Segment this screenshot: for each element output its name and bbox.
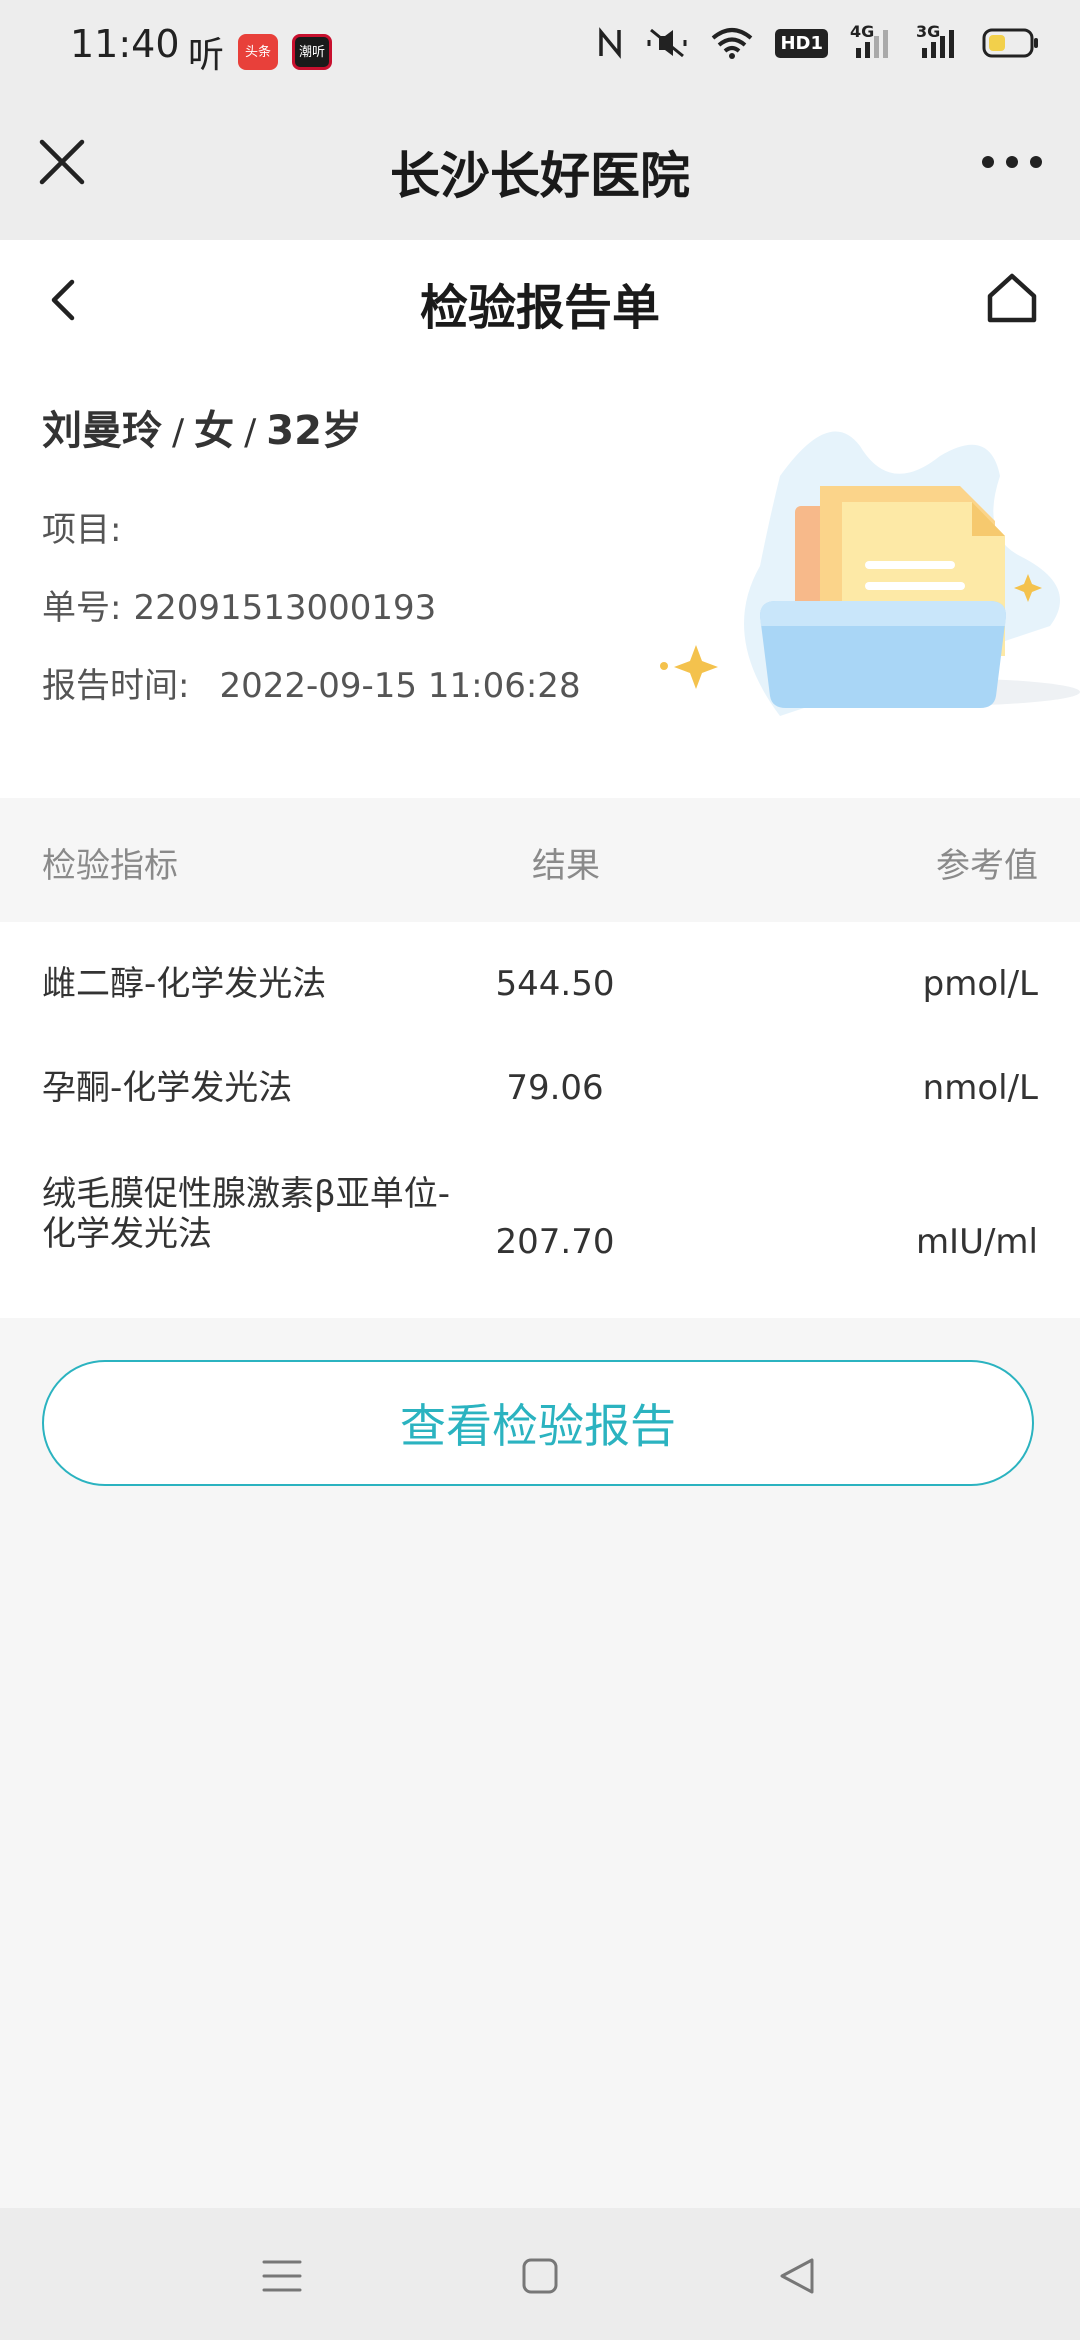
table-row: 绒毛膜促性腺激素β亚单位-化学发光法 207.70 mIU/ml xyxy=(0,1174,1080,1274)
table-row: 雌二醇-化学发光法 544.50 pmol/L xyxy=(0,964,1080,1024)
more-icon[interactable] xyxy=(982,150,1042,174)
column-header-reference: 参考值 xyxy=(936,846,1038,886)
app-title-bar: 长沙长好医院 xyxy=(0,96,1080,240)
column-header-indicator: 检验指标 xyxy=(42,846,178,886)
system-navigation-bar xyxy=(0,2208,1080,2340)
order-number-value: 22091513000193 xyxy=(133,588,437,628)
home-square-icon[interactable] xyxy=(516,2252,564,2300)
reference-value: pmol/L xyxy=(922,964,1038,1004)
back-triangle-icon[interactable] xyxy=(774,2252,822,2300)
table-header: 检验指标 结果 参考值 xyxy=(0,798,1080,922)
patient-gender: 女 xyxy=(194,408,235,454)
indicator-name: 绒毛膜促性腺激素β亚单位-化学发光法 xyxy=(42,1174,450,1254)
more-dot xyxy=(1030,156,1042,168)
wifi-icon xyxy=(712,28,753,59)
hd-badge: HD1 xyxy=(775,28,828,58)
report-time-label: 报告时间: xyxy=(42,666,190,706)
separator: / xyxy=(172,412,185,453)
menu-icon[interactable] xyxy=(258,2252,306,2300)
table-body: 雌二醇-化学发光法 544.50 pmol/L 孕酮-化学发光法 79.06 n… xyxy=(0,922,1080,1318)
status-time: 11:40 xyxy=(70,22,180,66)
result-value: 79.06 xyxy=(506,1068,604,1108)
reference-value: mIU/ml xyxy=(915,1222,1038,1262)
document-folder-illustration xyxy=(660,431,1080,716)
more-dot xyxy=(1006,156,1018,168)
chaoting-app-icon: 潮听 xyxy=(292,34,333,70)
reference-value: nmol/L xyxy=(922,1068,1038,1108)
signal-4g-icon: 4G xyxy=(850,22,894,60)
patient-name: 刘曼玲 xyxy=(42,408,162,454)
page-header: 检验报告单 xyxy=(0,240,1080,356)
item-row: 项目: xyxy=(42,502,133,551)
table-row: 孕酮-化学发光法 79.06 nmol/L xyxy=(0,1068,1080,1128)
indicator-name: 雌二醇-化学发光法 xyxy=(42,964,327,1004)
item-label: 项目: xyxy=(42,510,122,550)
ting-app-icon: 听 xyxy=(188,35,225,76)
status-system-icons: HD1 4G 3G xyxy=(597,22,1040,60)
view-report-button[interactable]: 查看检验报告 xyxy=(42,1360,1034,1486)
patient-age: 32岁 xyxy=(266,408,362,454)
order-number-row: 单号: 22091513000193 xyxy=(42,580,436,629)
status-bar: 11:40 听 头条 潮听 HD1 4G 3G xyxy=(0,0,1080,96)
result-value: 544.50 xyxy=(495,964,615,1004)
report-time-value: 2022-09-15 11:06:28 xyxy=(219,666,581,706)
patient-info-card: 刘曼玲 / 女/32岁 项目: 单号: 22091513000193 报告时间: 202… xyxy=(0,356,1080,798)
result-value: 207.70 xyxy=(495,1222,615,1262)
more-dot xyxy=(982,156,994,168)
page-title: 检验报告单 xyxy=(419,280,660,336)
mute-icon xyxy=(647,28,687,58)
home-icon[interactable] xyxy=(984,270,1040,326)
report-time-row: 报告时间: 2022-09-15 11:06:28 xyxy=(42,658,581,707)
indicator-name: 孕酮-化学发光法 xyxy=(42,1068,293,1108)
order-number-label: 单号: xyxy=(42,588,122,628)
column-header-result: 结果 xyxy=(532,846,600,886)
hospital-title: 长沙长好医院 xyxy=(390,147,690,205)
signal-3g-icon: 3G xyxy=(916,22,960,60)
battery-icon xyxy=(982,28,1038,58)
patient-summary: 刘曼玲 / 女/32岁 xyxy=(42,398,362,456)
separator: / xyxy=(244,412,257,453)
toutiao-app-icon: 头条 xyxy=(238,34,279,70)
status-notification-icons: 听 头条 潮听 xyxy=(188,26,333,78)
nfc-icon xyxy=(599,27,622,59)
